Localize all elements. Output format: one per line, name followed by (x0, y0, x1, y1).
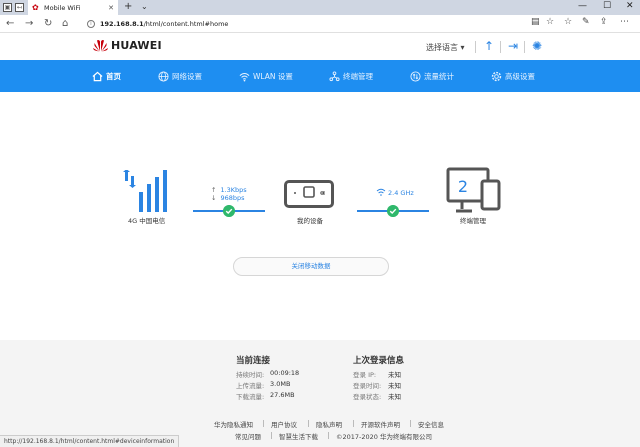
login-ip-value: 未知 (388, 371, 401, 379)
login-time-key: 登录时间: (353, 382, 382, 390)
devices-icon (329, 70, 340, 81)
login-status-key: 登录状态: (353, 393, 382, 401)
new-tab-icon[interactable]: + (124, 1, 132, 12)
copyright-text: ©2017-2020 华为终端有限公司 (336, 433, 432, 441)
notes-pen-icon[interactable]: ✎ (582, 17, 590, 27)
footer-divider (353, 420, 354, 427)
disable-mobile-data-button[interactable]: 关闭移动数据 (233, 257, 389, 276)
reading-view-icon[interactable]: ▤ (531, 17, 540, 27)
huawei-logo[interactable]: HUAWEI (93, 39, 162, 52)
download-traffic-value: 27.6MB (270, 391, 295, 399)
signal-strength-icon (123, 170, 167, 212)
footer: 当前连接 持续时间: 00:09:18 上传流量: 3.0MB 下载流量: 27… (0, 340, 640, 447)
globe-icon (158, 70, 169, 82)
browser-nav-bar: ← → ↻ ⌂ i 192.168.8.1/html/content.html#… (0, 15, 640, 33)
duration-value: 00:09:18 (270, 369, 300, 377)
browser-status-url: http://192.168.8.1/html/content.html#dev… (0, 435, 180, 447)
wifi-band: 2.4 GHz (388, 189, 414, 197)
open-source-link[interactable]: 开源软件声明 (361, 419, 400, 429)
home-page-icon[interactable]: ⌂ (62, 17, 68, 30)
loading-spinner-icon: ✺ (531, 39, 543, 53)
current-connection-title: 当前连接 (236, 356, 271, 366)
footer-divider (263, 420, 264, 427)
site-header: HUAWEI 选择语言 ▾ ↑ ⇥ ✺ (0, 33, 640, 60)
forward-icon[interactable]: → (25, 17, 33, 30)
footer-divider (328, 432, 329, 439)
home-icon (92, 71, 103, 81)
language-selector[interactable]: 选择语言 ▾ (426, 42, 465, 53)
download-traffic-key: 下载流量: (236, 393, 265, 401)
tab-close-icon[interactable]: ✕ (108, 4, 114, 12)
window-close-icon[interactable]: ✕ (626, 1, 634, 11)
download-arrow-icon: ↓ (211, 194, 217, 202)
terminal-devices-icon[interactable]: 2 (446, 167, 502, 215)
smart-life-download-link[interactable]: 智慧生活下载 (279, 431, 318, 441)
traffic-icon (410, 70, 421, 82)
menu-item-wlan[interactable]: WLAN 设置 (239, 60, 293, 92)
tab-title: Mobile WiFi (44, 3, 81, 12)
duration-key: 持续时间: (236, 371, 265, 379)
user-agreement-link[interactable]: 用户协议 (271, 419, 297, 429)
menu-item-home[interactable]: 首页 (92, 60, 121, 92)
gear-icon (491, 71, 502, 81)
browser-tab[interactable]: ✿ Mobile WiFi ✕ (28, 0, 118, 15)
huawei-favicon-icon: ✿ (32, 2, 39, 12)
footer-divider (410, 420, 411, 427)
back-icon[interactable]: ← (6, 17, 14, 30)
privacy-notice-link[interactable]: 华为隐私通知 (214, 419, 253, 429)
footer-divider (271, 432, 272, 439)
wifi-icon (239, 72, 250, 81)
header-divider (500, 41, 501, 53)
router-icon (294, 186, 325, 198)
favorite-star-icon[interactable]: ☆ (546, 17, 554, 27)
tab-preview-icon[interactable]: ▣ (3, 3, 12, 12)
site-info-icon[interactable]: i (87, 19, 95, 28)
maximize-icon[interactable]: ☐ (603, 1, 611, 11)
logout-icon[interactable]: ⇥ (506, 38, 520, 54)
huawei-flower-icon (93, 39, 108, 52)
minimize-icon[interactable]: — (578, 1, 587, 11)
address-bar[interactable]: i 192.168.8.1/html/content.html#home (84, 17, 524, 30)
upload-traffic-key: 上传流量: (236, 382, 265, 390)
url-text: 192.168.8.1/html/content.html#home (100, 19, 229, 28)
my-device-router[interactable] (284, 180, 334, 208)
menu-item-traffic[interactable]: 流量统计 (410, 60, 454, 92)
refresh-icon[interactable]: ↻ (44, 17, 52, 30)
terminal-label: 终端管理 (460, 217, 486, 225)
main-menu: 首页 网络设置 WLAN 设置 终端管理 流量统计 高级设置 (0, 60, 640, 92)
wifi-small-icon (376, 188, 386, 196)
login-ip-key: 登录 IP: (353, 371, 377, 379)
share-icon[interactable]: ⇪ (600, 17, 608, 27)
footer-divider (308, 420, 309, 427)
my-device-label: 我的设备 (297, 217, 323, 225)
upload-speed: ↑ 1.3Kbps (211, 186, 247, 194)
wifi-ok-check-icon (387, 205, 399, 217)
download-speed: ↓ 968bps (211, 194, 245, 202)
browser-tab-bar: ▣ ↤ ✿ Mobile WiFi ✕ + ⌄ — ☐ ✕ (0, 0, 640, 15)
brand-name: HUAWEI (111, 39, 162, 52)
login-time-value: 未知 (388, 382, 401, 390)
tab-list-chevron-icon[interactable]: ⌄ (141, 2, 148, 11)
network-ok-check-icon (223, 205, 235, 217)
favorites-list-icon[interactable]: ☆ (564, 17, 572, 27)
faq-link[interactable]: 常见问题 (235, 431, 261, 441)
menu-item-network[interactable]: 网络设置 (158, 60, 202, 92)
network-label: 4G 中国电信 (128, 217, 166, 225)
menu-item-advanced[interactable]: 高级设置 (491, 60, 535, 92)
privacy-statement-link[interactable]: 隐私声明 (316, 419, 342, 429)
terminal-count: 2 (458, 177, 468, 196)
upload-arrow-icon: ↑ (211, 186, 217, 194)
header-divider (475, 41, 476, 53)
last-login-title: 上次登录信息 (353, 356, 405, 366)
more-menu-icon[interactable]: ⋯ (620, 17, 629, 27)
tab-aside-icon[interactable]: ↤ (15, 3, 24, 12)
security-info-link[interactable]: 安全信息 (418, 419, 444, 429)
login-status-value: 未知 (388, 393, 401, 401)
menu-item-devices[interactable]: 终端管理 (329, 60, 373, 92)
upload-traffic-value: 3.0MB (270, 380, 291, 388)
update-arrow-icon[interactable]: ↑ (482, 38, 496, 54)
header-divider (524, 41, 525, 53)
